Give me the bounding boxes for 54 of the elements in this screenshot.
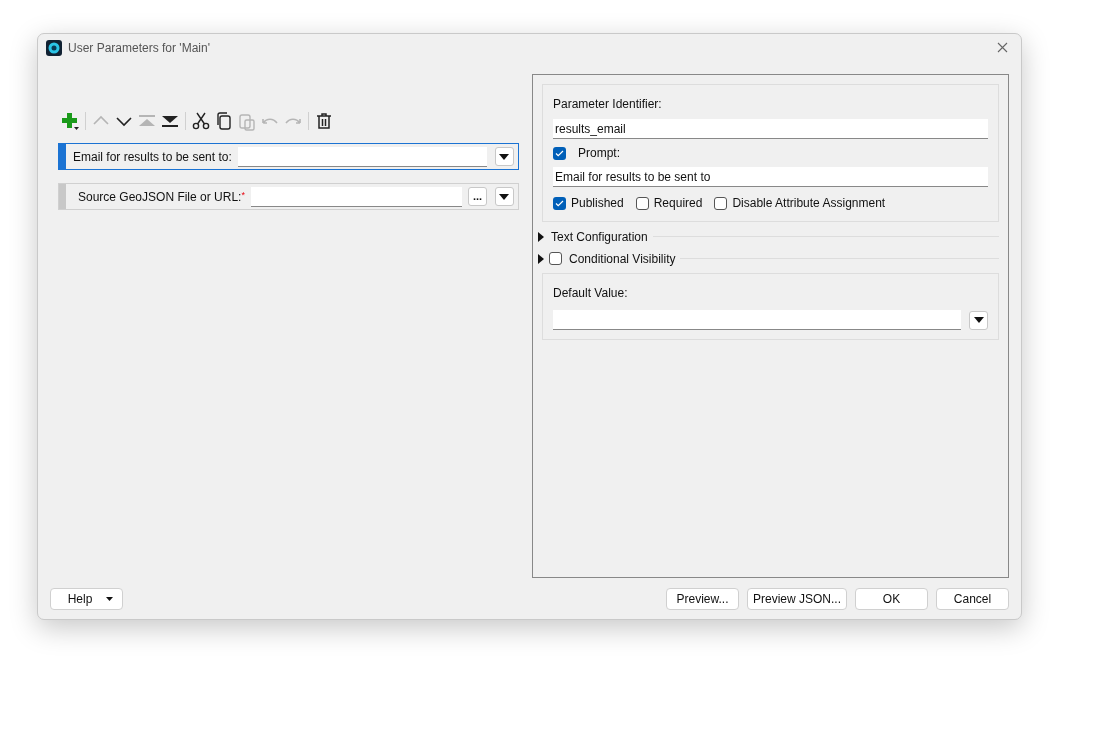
drag-handle-icon[interactable]: [59, 184, 66, 210]
prompt-checkbox[interactable]: [553, 146, 566, 160]
parameter-input[interactable]: [237, 146, 487, 167]
parameter-row[interactable]: Email for results to be sent to:: [58, 143, 519, 171]
section-title: Conditional Visibility: [569, 250, 676, 268]
identifier-label: Parameter Identifier:: [553, 96, 663, 114]
help-button[interactable]: Help: [50, 587, 123, 610]
dialog-button[interactable]: OK: [855, 587, 928, 610]
parameter-row[interactable]: Source GeoJSON File or URL:$^{*}$ ...: [58, 183, 519, 211]
prompt-input[interactable]: Email for results to be sent to: [553, 167, 988, 188]
toolbar-button[interactable]: [214, 111, 234, 132]
default-value-label: Default Value:: [553, 285, 629, 303]
plus-icon: [60, 111, 80, 132]
dialog-button[interactable]: Preview...: [665, 587, 739, 610]
default-value-input[interactable]: [553, 310, 961, 331]
caret-down-icon: [499, 153, 510, 160]
checkbox-label: Published: [571, 195, 624, 213]
identifier-input[interactable]: results_email: [553, 119, 988, 140]
trash-icon: [314, 111, 334, 132]
browse-button[interactable]: ...: [468, 187, 487, 207]
window-title: User Parameters for 'Main': [68, 39, 211, 57]
checkbox-label: Required: [653, 195, 703, 213]
parameter-label: Source GeoJSON File or URL:$^{*}$: [77, 188, 245, 206]
expand-triangle-icon[interactable]: [538, 231, 544, 242]
dropdown-button[interactable]: [495, 147, 514, 167]
checkbox[interactable]: [635, 196, 649, 210]
toolbar-button[interactable]: [191, 111, 211, 132]
caret-down-icon: [106, 596, 114, 601]
collapsible-section[interactable]: Conditional Visibility: [538, 250, 999, 268]
undo-icon: [260, 117, 280, 126]
dropdown-button[interactable]: [495, 187, 514, 207]
section-title: Text Configuration: [551, 228, 648, 246]
scissors-icon: [191, 111, 211, 132]
section-checkbox[interactable]: [549, 252, 562, 266]
collapsible-section[interactable]: Text Configuration: [538, 228, 999, 246]
paste-icon: [237, 111, 257, 132]
checkbox-label: Disable Attribute Assignment: [732, 195, 886, 213]
close-icon[interactable]: [997, 42, 1008, 54]
caret-down-icon: [499, 193, 510, 200]
parameter-input[interactable]: [250, 186, 462, 207]
caret-down-icon: [973, 317, 984, 324]
parameter-label: Email for results to be sent to:: [72, 148, 232, 166]
checkbox[interactable]: [553, 196, 566, 210]
app-logo-icon: [46, 39, 62, 56]
checkbox[interactable]: [714, 196, 728, 210]
expand-triangle-icon[interactable]: [538, 253, 544, 264]
dialog-button[interactable]: Preview JSON...: [746, 587, 847, 610]
redo-icon: [283, 117, 303, 126]
prompt-label: Prompt:: [578, 145, 620, 163]
toolbar-button[interactable]: [314, 111, 334, 132]
copy-icon: [214, 111, 234, 132]
dropdown-button[interactable]: [969, 310, 988, 330]
drag-handle-icon[interactable]: [59, 144, 66, 170]
dialog-button[interactable]: Cancel: [936, 587, 1009, 610]
